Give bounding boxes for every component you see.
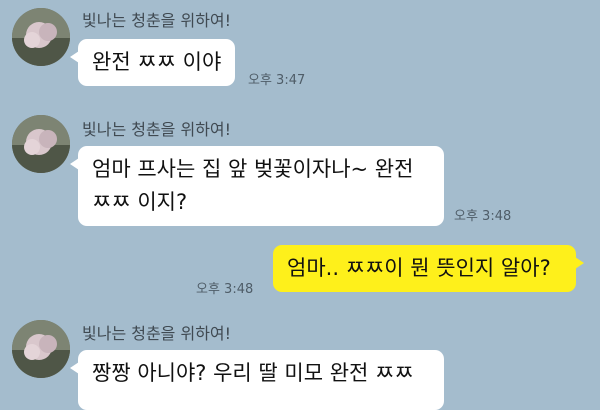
- message-timestamp: 오후 3:48: [454, 209, 512, 224]
- message-bubble[interactable]: 짱짱 아니야? 우리 딸 미모 완전 ㅉㅉ: [70, 350, 444, 410]
- message-text-line: 엄마 프사는 집 앞 벚꽃이자나~ 완전: [92, 157, 414, 181]
- sender-avatar[interactable]: [12, 115, 70, 173]
- message-text: 엄마.. ㅉㅉ이 뭔 뜻인지 알아?: [287, 256, 551, 280]
- sender-avatar[interactable]: [12, 8, 70, 66]
- sender-name: 빛나는 청춘을 위하여!: [82, 120, 232, 139]
- sender-name: 빛나는 청춘을 위하여!: [82, 324, 232, 343]
- message-bubble[interactable]: 완전 ㅉㅉ 이야: [69, 39, 236, 86]
- message-text: 짱짱 아니야? 우리 딸 미모 완전 ㅉㅉ: [92, 361, 414, 385]
- message-timestamp: 오후 3:47: [248, 73, 306, 88]
- sender-name: 빛나는 청춘을 위하여!: [82, 11, 232, 30]
- chat-window: 빛나는 청춘을 위하여! 완전 ㅉㅉ 이야 오후 3:47 빛나는 청춘을 위하…: [0, 0, 600, 410]
- message-timestamp: 오후 3:48: [196, 282, 254, 297]
- my-message-bubble[interactable]: 엄마.. ㅉㅉ이 뭔 뜻인지 알아?: [273, 245, 584, 292]
- sender-avatar[interactable]: [12, 320, 70, 378]
- message-bubble[interactable]: 엄마 프사는 집 앞 벚꽃이자나~ 완전 ㅉㅉ 이지?: [70, 146, 444, 226]
- message-text: 완전 ㅉㅉ 이야: [92, 50, 222, 74]
- message-text-line: ㅉㅉ 이지?: [92, 190, 188, 214]
